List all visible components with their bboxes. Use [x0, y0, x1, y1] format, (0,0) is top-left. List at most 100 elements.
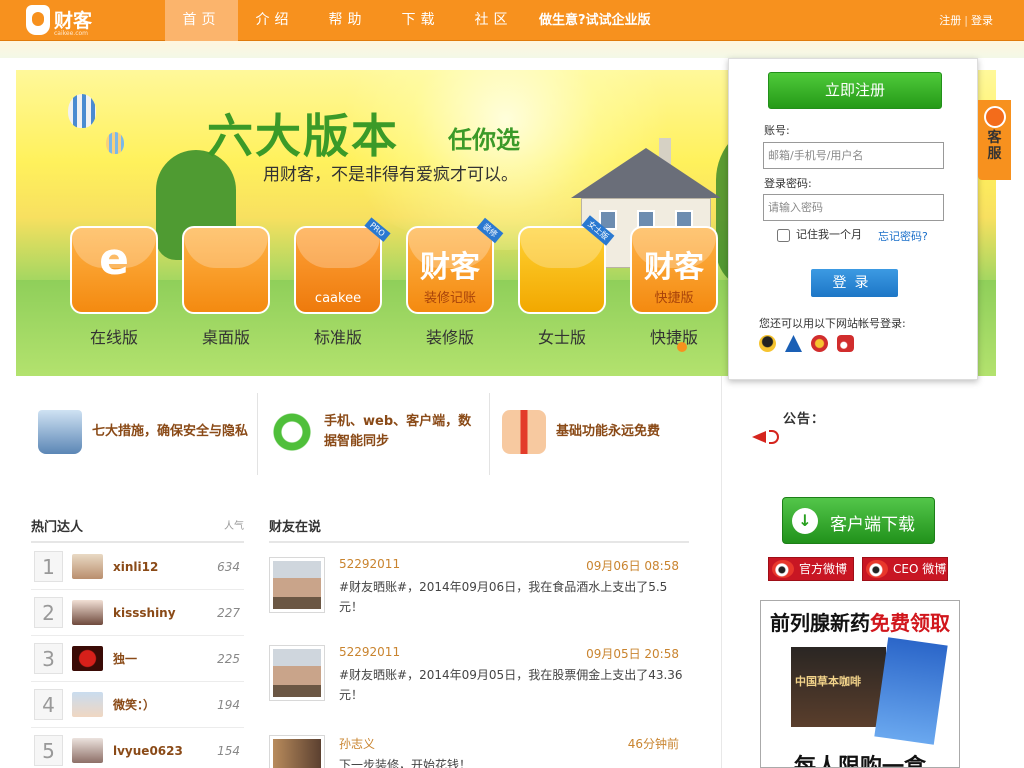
product-sachet [874, 637, 948, 745]
kaixin-icon[interactable] [811, 335, 828, 352]
customer-service-tab[interactable]: 客服 [978, 100, 1011, 180]
feature-text: 基础功能永远免费 [556, 424, 661, 439]
weibo-label: 官方微博 [799, 562, 848, 576]
login-button[interactable]: 登录 [811, 269, 898, 297]
ceo-weibo-link[interactable]: CEO 微博 [862, 557, 948, 581]
official-weibo-link[interactable]: 官方微博 [768, 557, 854, 581]
hot-user-row[interactable]: 1 xinli12 634 [31, 544, 244, 590]
account-input[interactable] [763, 142, 944, 169]
version-quick[interactable]: 财客 快捷版 快捷版 [618, 226, 730, 348]
weibo-icon [772, 560, 794, 578]
ad-headline: 前列腺新药免费领取 [761, 607, 959, 636]
post-text: #财友晒账#，2014年09月06日，我在食品酒水上支出了5.5元！ [339, 580, 668, 614]
popularity-count: 194 [217, 697, 240, 712]
version-standard[interactable]: caakee PRO 标准版 [282, 217, 394, 348]
avatar[interactable] [72, 692, 103, 717]
download-arrow-icon: ↓ [792, 508, 818, 534]
version-label: 标准版 [313, 328, 362, 347]
enterprise-promo-link[interactable]: 做生意?试试企业版 [539, 0, 651, 41]
popularity-header: 人气 [224, 521, 244, 532]
ad-footer: 每人限购一盒 [793, 755, 926, 768]
version-mark: e [99, 234, 129, 285]
nav-download[interactable]: 下载 [384, 0, 457, 41]
avatar[interactable] [269, 557, 325, 613]
post-author[interactable]: 52292011 [339, 645, 400, 659]
lady-shopping-icon [518, 226, 606, 314]
banner-headline-suffix: 任你选 [448, 126, 520, 154]
weibo-icon[interactable] [837, 335, 854, 352]
ie-e-icon: e [70, 226, 158, 314]
rank-number: 3 [34, 643, 63, 674]
version-label: 桌面版 [201, 328, 250, 347]
username[interactable]: 独一 [113, 650, 137, 667]
username[interactable]: xinli12 [113, 560, 158, 574]
mascot-icon [983, 106, 1006, 128]
popularity-count: 225 [217, 651, 240, 666]
version-desktop[interactable]: 桌面版 [170, 226, 282, 348]
hot-user-row[interactable]: 3 独一 225 [31, 636, 244, 682]
register-link[interactable]: 注册 [939, 14, 961, 27]
post-time: 09月05日 20:58 [586, 647, 679, 661]
nav-intro[interactable]: 介绍 [238, 0, 311, 41]
carousel-dot[interactable] [677, 342, 687, 352]
divider [269, 541, 689, 543]
hot-user-row[interactable]: 5 lvyue0623 154 [31, 728, 244, 768]
post-text: 下一步装修，开始花钱！ [339, 758, 472, 768]
caike-decor-icon: 财客 装修记账 [406, 226, 494, 314]
nav-help[interactable]: 帮助 [311, 0, 384, 41]
popularity-count: 227 [217, 605, 240, 620]
password-input[interactable] [763, 194, 944, 221]
megaphone-icon [752, 428, 780, 446]
nav-home[interactable]: 首页 [165, 0, 238, 41]
logo-subtitle: caikee.com [54, 30, 89, 37]
post-time: 09月06日 08:58 [586, 559, 679, 573]
version-online[interactable]: e 在线版 [58, 226, 170, 348]
ad-headline-a: 前列腺新药 [770, 611, 870, 635]
avatar[interactable] [72, 600, 103, 625]
register-now-button[interactable]: 立即注册 [768, 72, 942, 109]
avatar[interactable] [72, 646, 103, 671]
tile-text: caakee [314, 291, 362, 306]
qq-icon[interactable] [759, 335, 776, 352]
banner-tagline: 用财客，不是非得有爱疯才可以。 [263, 165, 518, 185]
version-ladies[interactable]: 女士版 女士版 [506, 215, 618, 348]
username[interactable]: lvyue0623 [113, 744, 183, 758]
third-party-login-icons [759, 335, 854, 352]
version-decoration[interactable]: 财客 装修记账 装修 装修版 [394, 217, 506, 348]
forgot-password-link[interactable]: 忘记密码? [878, 228, 928, 244]
remember-checkbox[interactable] [777, 228, 790, 242]
remember-label: 记住我一个月 [796, 228, 862, 241]
avatar[interactable] [72, 554, 103, 579]
advertisement[interactable]: 前列腺新药免费领取 中国草本咖啡 每人限购一盒 [760, 600, 960, 768]
top-nav-bar: 财客 caikee.com 首页 介绍 帮助 下载 社区 做生意?试试企业版 注… [0, 0, 1024, 41]
nav-community[interactable]: 社区 [457, 0, 530, 41]
remember-me[interactable]: 记住我一个月 [777, 226, 862, 242]
gift-box-icon [502, 410, 546, 454]
renren-icon[interactable] [785, 335, 802, 352]
rank-number: 2 [34, 597, 63, 628]
auth-links: 注册 | 登录 [939, 0, 993, 41]
login-link[interactable]: 登录 [971, 14, 993, 27]
post-author[interactable]: 孙志义 [339, 735, 375, 752]
avatar[interactable] [269, 735, 325, 768]
avatar[interactable] [269, 645, 325, 701]
username[interactable]: 微笑：） [113, 696, 155, 713]
username[interactable]: kissshiny [113, 606, 176, 620]
feed-title: 财友在说 [269, 520, 322, 535]
avatar[interactable] [72, 738, 103, 763]
rank-number: 1 [34, 551, 63, 582]
hot-user-row[interactable]: 4 微笑：） 194 [31, 682, 244, 728]
client-download-button[interactable]: ↓ 客户端下载 [782, 497, 935, 544]
post-author[interactable]: 52292011 [339, 557, 400, 571]
auth-separator: | [964, 14, 968, 27]
version-label: 装修版 [425, 328, 474, 347]
hot-user-row[interactable]: 2 kissshiny 227 [31, 590, 244, 636]
feature-text: 七大措施，确保安全与隐私 [92, 424, 249, 439]
hot-users-title: 热门达人 [31, 520, 84, 535]
weibo-label: CEO 微博 [893, 562, 947, 576]
column-divider [721, 376, 722, 768]
version-label: 女士版 [537, 328, 586, 347]
caikee-logo[interactable]: 财客 caikee.com [26, 4, 100, 38]
mascot-face-icon [182, 226, 270, 314]
tile-text: 快捷版 [654, 291, 694, 306]
